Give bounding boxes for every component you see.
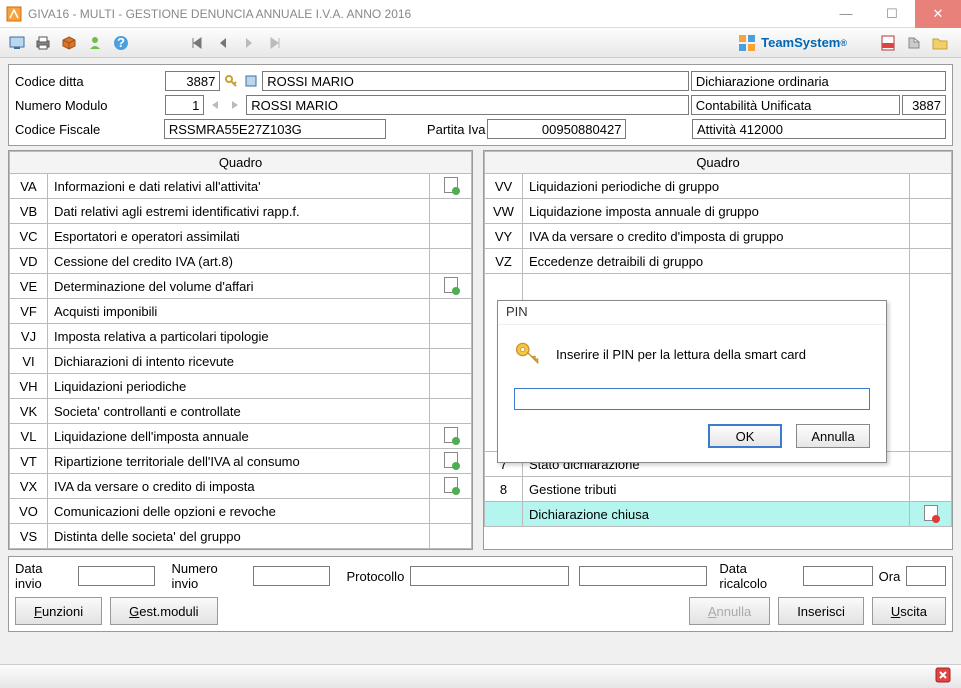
nav-prev-icon[interactable]	[212, 32, 234, 54]
codice-fiscale-label: Codice Fiscale	[15, 122, 162, 137]
table-row[interactable]: VDCessione del credito IVA (art.8)	[10, 249, 472, 274]
table-row[interactable]: 8Gestione tributi	[485, 477, 952, 502]
pin-dialog: PIN Inserire il PIN per la lettura della…	[497, 300, 887, 463]
col-header-left: Quadro	[10, 152, 472, 174]
codice-ditta-field[interactable]: 3887	[165, 71, 221, 91]
toolbar: ? TeamSystem®	[0, 28, 961, 58]
dialog-message: Inserire il PIN per la lettura della sma…	[556, 347, 806, 362]
footer-box: Data invio Numero invio Protocollo Data …	[8, 556, 953, 632]
numero-modulo-field[interactable]: 1	[165, 95, 205, 115]
pin-input[interactable]	[514, 388, 870, 410]
user-icon[interactable]	[84, 32, 106, 54]
dichiarazione-field: Dichiarazione ordinaria	[691, 71, 946, 91]
document-status-icon	[444, 452, 458, 468]
table-row[interactable]: Dichiarazione chiusa	[485, 502, 952, 527]
table-row[interactable]: VYIVA da versare o credito d'imposta di …	[485, 224, 952, 249]
table-row[interactable]: VFAcquisti imponibili	[10, 299, 472, 324]
partita-iva-label: Partita Iva	[394, 122, 485, 137]
table-row[interactable]: VAInformazioni e dati relativi all'attiv…	[10, 174, 472, 199]
table-row[interactable]: VSDistinta delle societa' del gruppo	[10, 524, 472, 549]
numero-invio-field[interactable]	[253, 566, 330, 586]
key-icon	[514, 339, 542, 370]
gest-moduli-button[interactable]: Gest.moduli	[110, 597, 217, 625]
export-icon[interactable]	[903, 32, 925, 54]
ora-field[interactable]	[906, 566, 946, 586]
print-icon[interactable]	[32, 32, 54, 54]
codice-ditta-label: Codice ditta	[15, 74, 163, 89]
protocollo-field[interactable]	[410, 566, 568, 586]
document-status-icon	[444, 427, 458, 443]
partita-iva-field[interactable]: 00950880427	[487, 119, 626, 139]
document-locked-icon	[924, 505, 938, 521]
table-row[interactable]: VIDichiarazioni di intento ricevute	[10, 349, 472, 374]
minimize-button[interactable]: —	[823, 0, 869, 28]
dialog-title: PIN	[498, 301, 886, 325]
table-row[interactable]: VZEccedenze detraibili di gruppo	[485, 249, 952, 274]
numero-invio-label: Numero invio	[171, 561, 247, 591]
data-ricalcolo-label: Data ricalcolo	[719, 561, 797, 591]
table-row[interactable]: VVLiquidazioni periodiche di gruppo	[485, 174, 952, 199]
nav-last-icon[interactable]	[264, 32, 286, 54]
folder-icon[interactable]	[929, 32, 951, 54]
protocollo-field-2[interactable]	[579, 566, 708, 586]
document-status-icon	[444, 477, 458, 493]
close-button[interactable]: ✕	[915, 0, 961, 28]
header-box: Codice ditta 3887 ROSSI MARIO Dichiarazi…	[8, 64, 953, 146]
contabilita-field: Contabilità Unificata	[691, 95, 900, 115]
modulo-prev-icon[interactable]	[206, 96, 224, 114]
title-bar: GIVA16 - MULTI - GESTIONE DENUNCIA ANNUA…	[0, 0, 961, 28]
document-status-icon	[444, 177, 458, 193]
status-bar	[0, 664, 961, 688]
table-row[interactable]: VHLiquidazioni periodiche	[10, 374, 472, 399]
contabilita-val-field: 3887	[902, 95, 946, 115]
inserisci-button[interactable]: Inserisci	[778, 597, 864, 625]
table-row[interactable]: VTRipartizione territoriale dell'IVA al …	[10, 449, 472, 474]
svg-text:?: ?	[117, 35, 125, 50]
col-header-right: Quadro	[485, 152, 952, 174]
data-invio-field[interactable]	[78, 566, 155, 586]
window-title: GIVA16 - MULTI - GESTIONE DENUNCIA ANNUA…	[28, 7, 823, 21]
lookup-icon[interactable]	[242, 72, 260, 90]
status-close-icon[interactable]	[935, 667, 951, 686]
table-row[interactable]: VBDati relativi agli estremi identificat…	[10, 199, 472, 224]
table-row[interactable]: VXIVA da versare o credito di imposta	[10, 474, 472, 499]
numero-modulo-label: Numero Modulo	[15, 98, 163, 113]
help-icon[interactable]: ?	[110, 32, 132, 54]
modulo-next-icon[interactable]	[226, 96, 244, 114]
funzioni-button[interactable]: Funzioni	[15, 597, 102, 625]
table-row[interactable]: VLLiquidazione dell'imposta annuale	[10, 424, 472, 449]
dialog-ok-button[interactable]: OK	[708, 424, 782, 448]
table-row[interactable]: VKSocieta' controllanti e controllate	[10, 399, 472, 424]
annulla-button[interactable]: Annulla	[689, 597, 770, 625]
data-ricalcolo-field[interactable]	[803, 566, 872, 586]
maximize-button[interactable]: ☐	[869, 0, 915, 28]
nav-first-icon[interactable]	[186, 32, 208, 54]
table-row[interactable]: VOComunicazioni delle opzioni e revoche	[10, 499, 472, 524]
nome-field-1[interactable]: ROSSI MARIO	[262, 71, 689, 91]
table-row[interactable]: VWLiquidazione imposta annuale di gruppo	[485, 199, 952, 224]
cube-icon[interactable]	[58, 32, 80, 54]
data-invio-label: Data invio	[15, 561, 72, 591]
brand-logo: TeamSystem®	[737, 33, 847, 53]
dialog-cancel-button[interactable]: Annulla	[796, 424, 870, 448]
quadro-table-left: Quadro VAInformazioni e dati relativi al…	[8, 150, 473, 550]
screen-icon[interactable]	[6, 32, 28, 54]
nome-field-2[interactable]: ROSSI MARIO	[246, 95, 689, 115]
table-row[interactable]: VEDeterminazione del volume d'affari	[10, 274, 472, 299]
key-icon[interactable]	[222, 72, 240, 90]
attivita-field: Attività 412000	[692, 119, 946, 139]
document-status-icon	[444, 277, 458, 293]
codice-fiscale-field[interactable]: RSSMRA55E27Z103G	[164, 119, 386, 139]
table-row[interactable]: VCEsportatori e operatori assimilati	[10, 224, 472, 249]
uscita-button[interactable]: Uscita	[872, 597, 946, 625]
app-icon	[6, 6, 22, 22]
pdf-icon[interactable]	[877, 32, 899, 54]
ora-label: Ora	[879, 569, 901, 584]
protocollo-label: Protocollo	[346, 569, 404, 584]
nav-next-icon[interactable]	[238, 32, 260, 54]
table-row[interactable]: VJImposta relativa a particolari tipolog…	[10, 324, 472, 349]
